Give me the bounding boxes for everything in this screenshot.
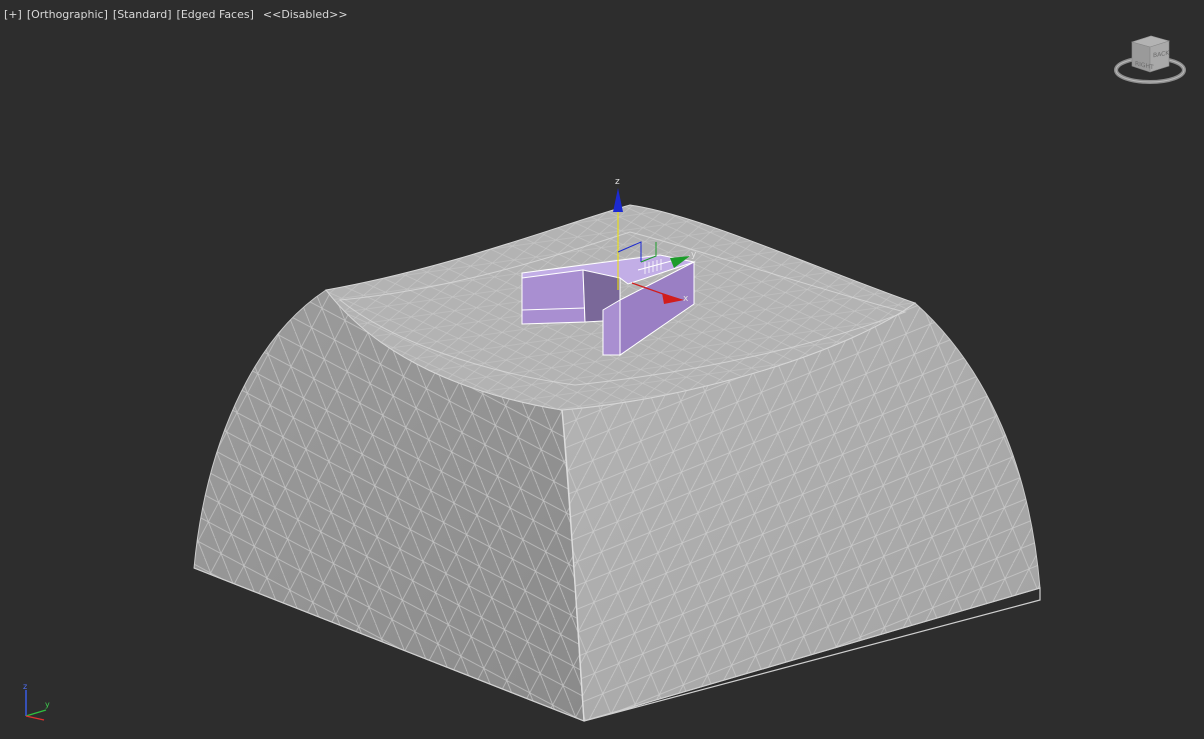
world-y-label: y: [45, 700, 50, 709]
viewport-label-menu: [+] [Orthographic] [Standard] [Edged Fac…: [4, 6, 348, 22]
viewcube-icon[interactable]: RIGHT BACK: [1110, 30, 1190, 90]
world-y-axis: [25, 709, 47, 717]
object-front-block: [602, 299, 621, 356]
viewport-general-menu[interactable]: [+]: [4, 8, 22, 21]
viewport-disabled-label: <<Disabled>>: [262, 7, 348, 21]
world-z-label: z: [23, 682, 27, 691]
world-x-axis: [25, 715, 45, 721]
gizmo-x-label: x: [683, 294, 689, 304]
viewport-scene[interactable]: z y x: [0, 0, 1204, 739]
gizmo-z-arrow[interactable]: [613, 188, 623, 212]
viewport-point-of-view-menu[interactable]: [Orthographic]: [27, 8, 108, 21]
viewport-shading-menu[interactable]: [Standard]: [113, 8, 172, 21]
gizmo-y-label: y: [691, 250, 697, 260]
object-left-block: [521, 269, 586, 325]
viewport-display-mode-menu[interactable]: [Edged Faces]: [177, 8, 254, 21]
orthographic-viewport[interactable]: z y x [+] [Orthographic] [Standard] [Edg…: [0, 0, 1204, 739]
gizmo-z-label: z: [615, 177, 620, 187]
world-axis-tripod: z y: [23, 682, 50, 721]
